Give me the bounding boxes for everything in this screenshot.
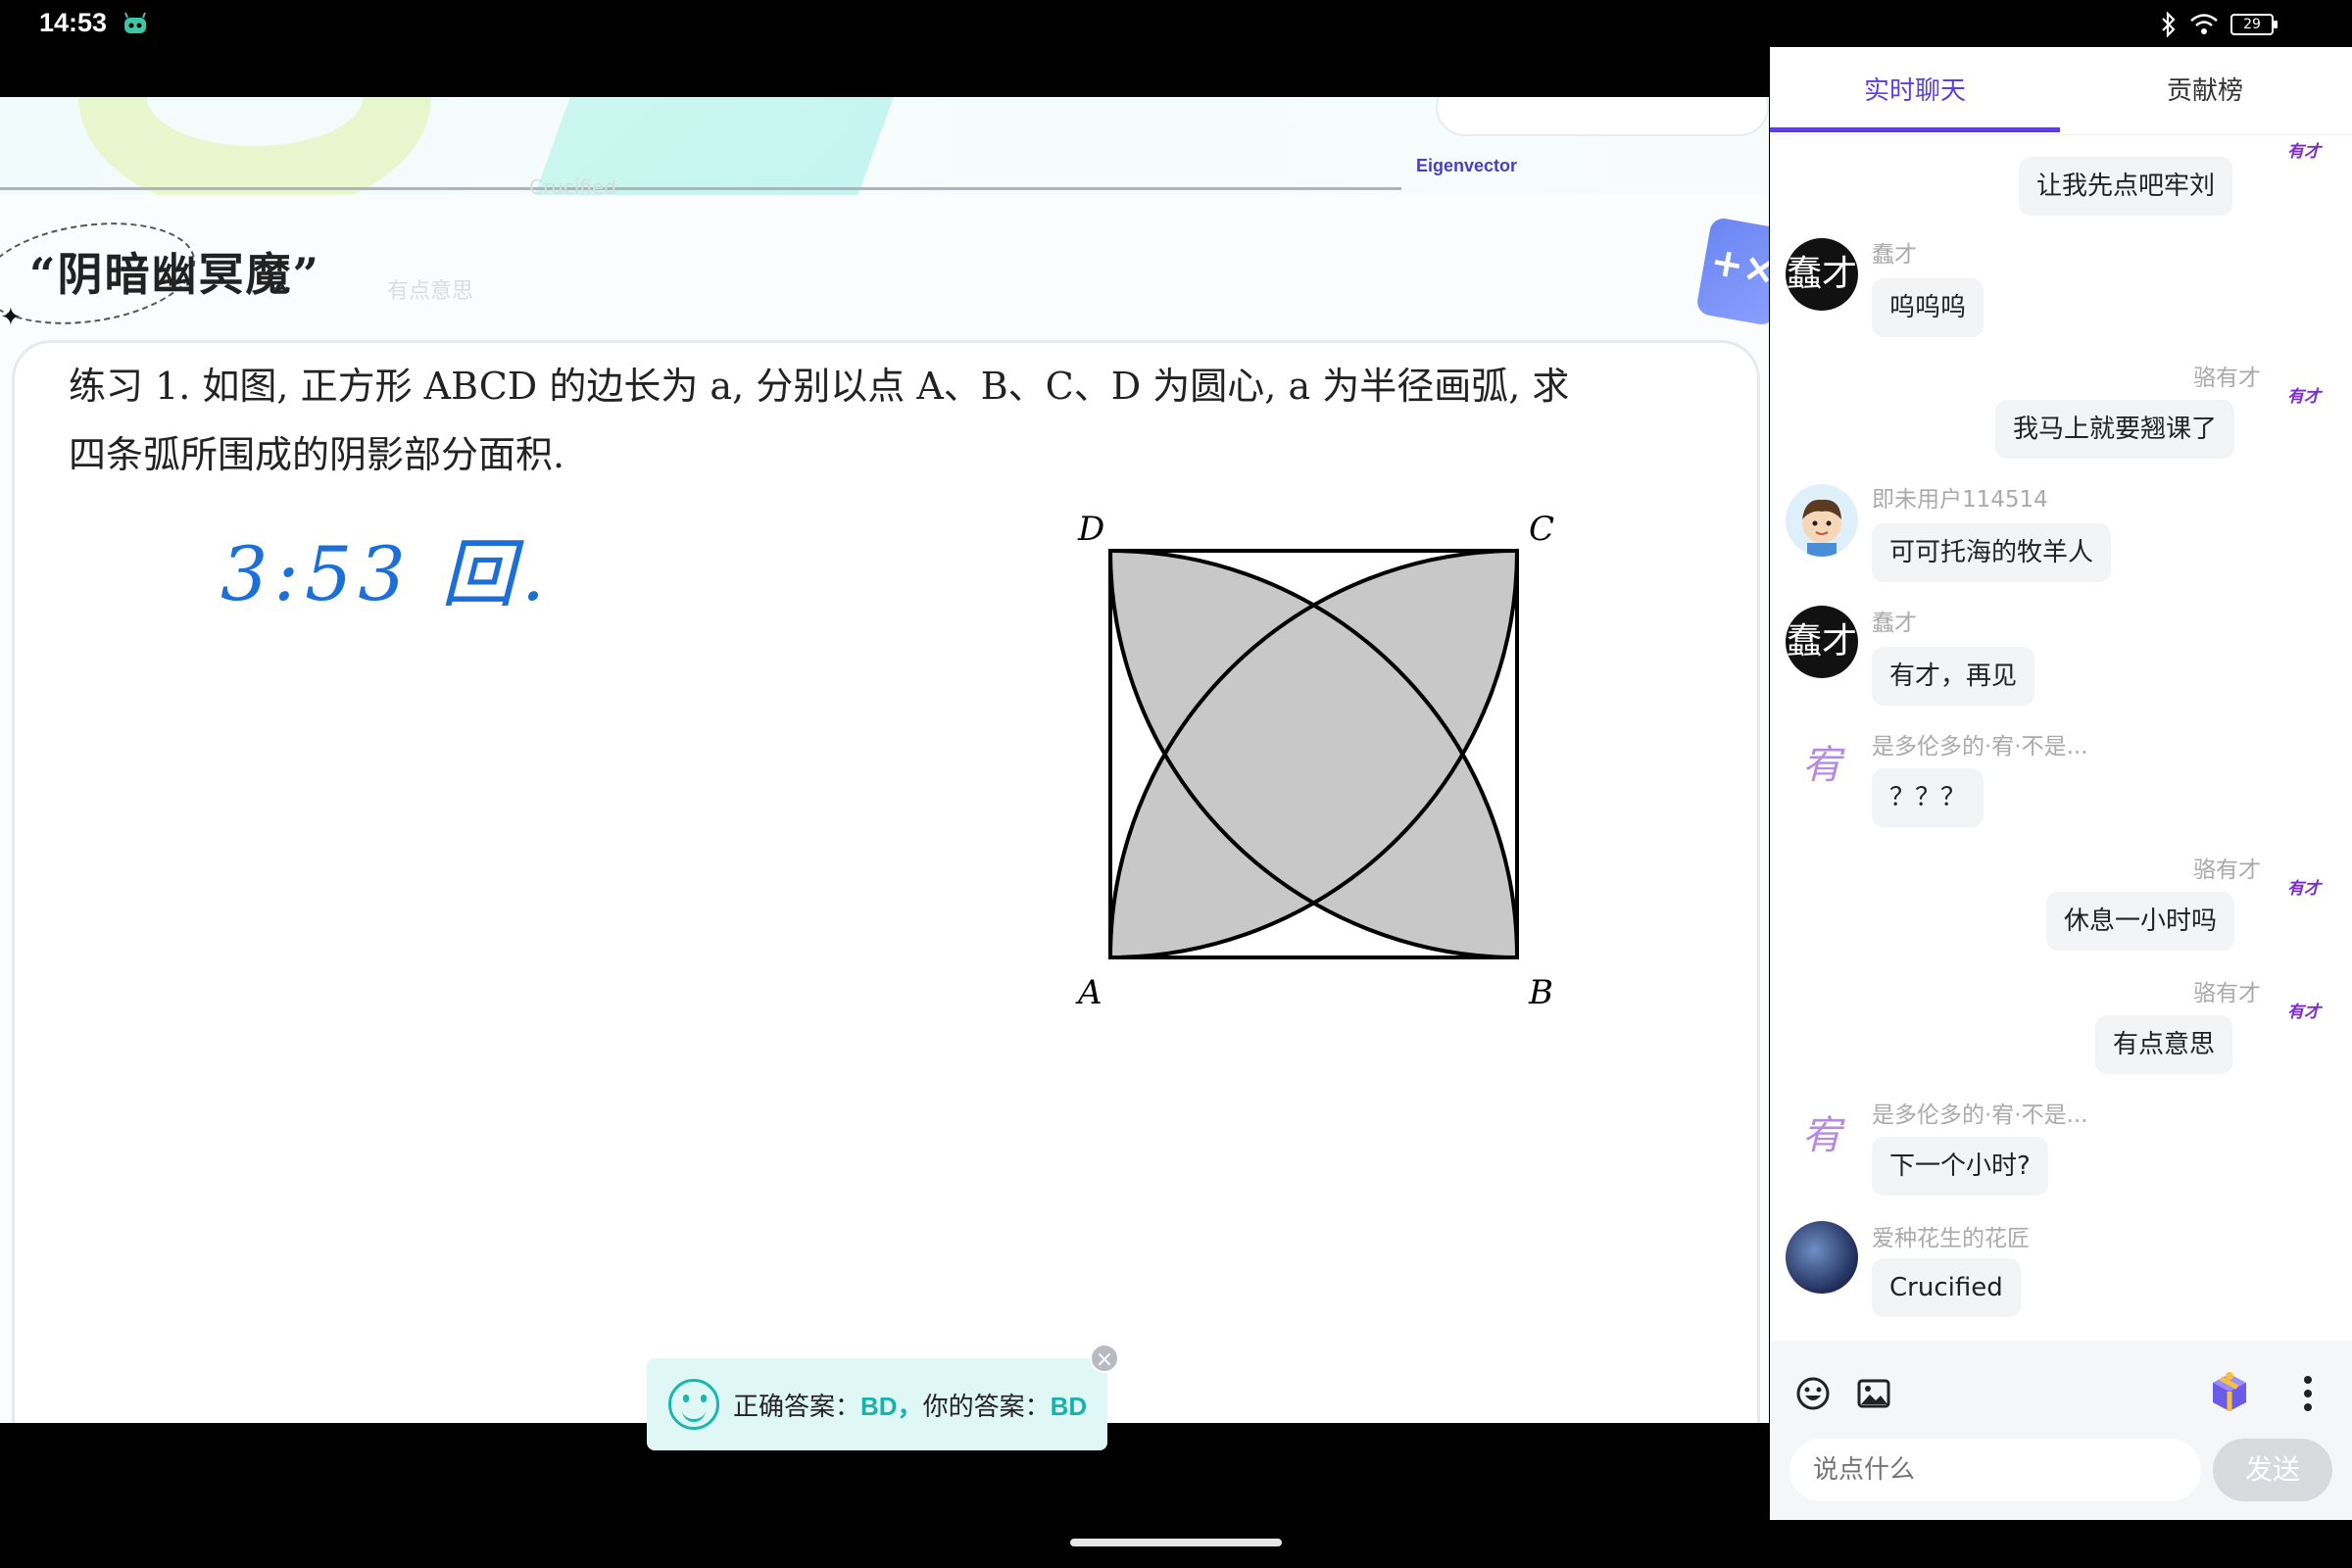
sender-name: 骆有才 xyxy=(2193,858,2261,883)
vip-badge: 有才 xyxy=(2287,879,2321,899)
gift-icon[interactable] xyxy=(2207,1370,2252,1415)
geometry-figure: D C A B xyxy=(1075,510,1554,1012)
sender-name: 即未用户114514 xyxy=(1872,487,2048,513)
tab-contribution-rank[interactable]: 贡献榜 xyxy=(2167,71,2243,107)
danmaku-text: Crucified xyxy=(529,175,617,195)
user-avatar[interactable]: 蠢才 xyxy=(1786,606,1858,678)
vip-badge: 有才 xyxy=(2287,387,2321,407)
image-icon[interactable] xyxy=(1856,1376,1891,1411)
lecture-area: Crucified Eigenvector ✦ “阴暗幽冥魔” 有点意思 +× … xyxy=(0,97,1769,1423)
message-bubble: 有点意思 xyxy=(2095,1015,2233,1074)
sender-name: 骆有才 xyxy=(2193,366,2261,391)
user-avatar[interactable] xyxy=(1786,1221,1858,1294)
app-notification-icon xyxy=(124,12,146,33)
user-avatar[interactable]: 宥 xyxy=(1786,729,1858,802)
tab-live-chat[interactable]: 实时聊天 xyxy=(1864,71,1966,107)
label-d: D xyxy=(1077,510,1104,549)
answer-toast: 正确答案：BD，你的答案：BD xyxy=(647,1358,1107,1450)
bluetooth-icon xyxy=(2162,12,2176,37)
message-bubble: Crucified xyxy=(1872,1258,2021,1317)
emoji-icon[interactable] xyxy=(1795,1376,1831,1411)
send-button[interactable]: 发送 xyxy=(2213,1439,2332,1501)
chat-message-input[interactable] xyxy=(1789,1439,2201,1501)
danmaku-text: 有点意思 xyxy=(387,279,474,304)
handwriting-annotation: 3:53 回. xyxy=(220,530,551,617)
section-title: “阴暗幽冥魔” xyxy=(29,248,320,301)
user-avatar[interactable]: 蠢才 xyxy=(1786,238,1858,311)
message-bubble: 让我先点吧牢刘 xyxy=(2019,157,2233,216)
message-bubble: 呜呜呜 xyxy=(1872,278,1984,337)
status-bar: 14:53 29 xyxy=(0,0,2352,49)
label-c: C xyxy=(1529,510,1554,549)
banner-divider xyxy=(0,187,1401,190)
course-banner: Crucified Eigenvector xyxy=(0,97,1769,195)
your-answer-value: BD xyxy=(1050,1391,1088,1421)
calculator-icon: +× xyxy=(1694,216,1769,327)
chat-panel: 实时聊天 贡献榜 有才 让我先点吧牢刘 蠢才 蠢才 呜呜呜 骆有才 有才 我马上… xyxy=(1770,47,2352,1520)
sender-name: 是多伦多的·宥·不是... xyxy=(1872,1102,2088,1128)
message-bubble: 有才，再见 xyxy=(1872,647,2035,706)
chat-input-area: 发送 xyxy=(1770,1341,2352,1520)
status-time: 14:53 xyxy=(39,8,108,37)
user-avatar[interactable] xyxy=(1786,484,1858,557)
sender-name: 蠢才 xyxy=(1872,611,1917,636)
user-avatar[interactable]: 宥 xyxy=(1786,1100,1858,1172)
problem-line-2: 四条弧所围成的阴影部分面积. xyxy=(69,433,565,476)
sender-name: 是多伦多的·宥·不是... xyxy=(1872,734,2088,760)
more-options-icon[interactable] xyxy=(2303,1374,2313,1413)
chat-tabs: 实时聊天 贡献榜 xyxy=(1770,47,2352,135)
sparkle-icon: ✦ xyxy=(0,303,22,332)
message-bubble: 我马上就要翘课了 xyxy=(1995,400,2235,459)
sender-name: 骆有才 xyxy=(2193,981,2261,1006)
wifi-icon xyxy=(2190,14,2218,34)
message-bubble: 下一个小时? xyxy=(1872,1137,2048,1196)
banner-decoration xyxy=(78,97,431,195)
active-tab-indicator xyxy=(1770,127,2060,132)
problem-text: 练习 1. 如图, 正方形 ABCD 的边长为 a, 分别以点 A、B、C、D … xyxy=(69,352,1597,489)
label-b: B xyxy=(1528,973,1553,1012)
screen: 14:53 29 Crucified Eigenvector ✦ “阴暗幽冥魔”… xyxy=(0,0,2352,1568)
home-indicator[interactable] xyxy=(1070,1539,1282,1546)
brand-logo: Eigenvector xyxy=(1416,156,1518,175)
sender-name: 爱种花生的花匠 xyxy=(1872,1226,2030,1251)
toast-message: 正确答案：BD，你的答案：BD xyxy=(733,1387,1087,1423)
cartoon-avatar-icon xyxy=(1802,499,1841,557)
correct-answer-label: 正确答案： xyxy=(733,1392,861,1422)
battery-icon: 29 xyxy=(2230,14,2278,35)
smile-icon xyxy=(668,1379,719,1430)
message-bubble: 休息一小时吗 xyxy=(2046,892,2235,951)
message-bubble: ？？？ xyxy=(1872,768,1984,827)
banner-pill xyxy=(1436,97,1769,136)
message-bubble: 可可托海的牧羊人 xyxy=(1872,523,2112,582)
close-icon[interactable]: × xyxy=(1090,1344,1119,1373)
sender-name: 蠢才 xyxy=(1872,242,1917,268)
correct-answer-value: BD， xyxy=(860,1391,923,1421)
message-list[interactable]: 有才 让我先点吧牢刘 蠢才 蠢才 呜呜呜 骆有才 有才 我马上就要翘课了 即未用… xyxy=(1770,135,2352,1385)
label-a: A xyxy=(1075,973,1102,1012)
vip-badge: 有才 xyxy=(2287,1003,2321,1022)
problem-line-1: 练习 1. 如图, 正方形 ABCD 的边长为 a, 分别以点 A、B、C、D … xyxy=(69,365,1570,408)
status-icons: 29 xyxy=(2160,8,2278,41)
your-answer-label: 你的答案： xyxy=(922,1392,1051,1422)
vip-badge: 有才 xyxy=(2287,142,2321,162)
